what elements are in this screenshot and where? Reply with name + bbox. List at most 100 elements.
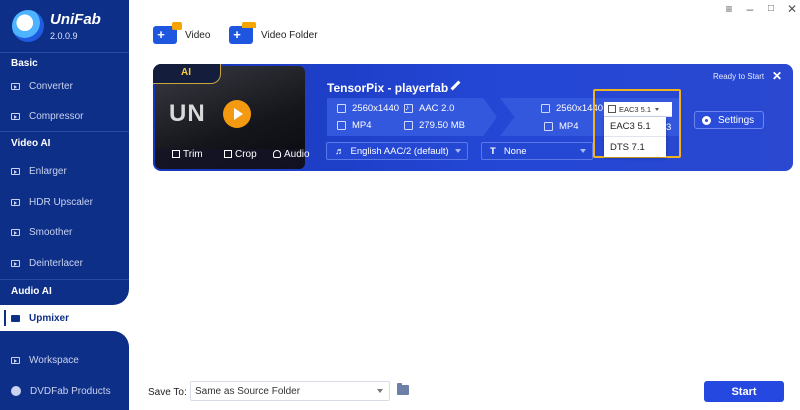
dvdfab-icon bbox=[11, 386, 21, 396]
ai-badge-label: AI bbox=[181, 67, 191, 78]
active-indicator bbox=[4, 310, 6, 326]
maximize-icon[interactable]: □ bbox=[765, 3, 777, 15]
audio-track-value: English AAC/2 (default) bbox=[350, 145, 449, 157]
source-size-value: 279.50 MB bbox=[419, 120, 465, 131]
sidebar-item-upmixer[interactable]: Upmixer bbox=[0, 307, 129, 329]
section-audio-ai: Audio AI bbox=[11, 286, 52, 297]
text-icon: T bbox=[490, 145, 496, 157]
save-to-label: Save To: bbox=[148, 387, 187, 398]
play-icon bbox=[11, 259, 20, 267]
sidebar-item-label: Smoother bbox=[29, 226, 73, 238]
save-to-value: Same as Source Folder bbox=[195, 385, 301, 397]
browse-folder-icon[interactable] bbox=[397, 383, 409, 395]
audio-track-dropdown[interactable]: ♬ English AAC/2 (default) bbox=[326, 142, 468, 160]
chevron-down-icon bbox=[455, 149, 461, 153]
sidebar-item-label: Upmixer bbox=[29, 312, 70, 324]
chevron-down-icon bbox=[377, 389, 383, 393]
output-format[interactable]: MP4 bbox=[544, 121, 579, 132]
chevron-down-icon bbox=[580, 149, 586, 153]
trim-icon bbox=[172, 150, 180, 158]
task-title: TensorPix - playerfab bbox=[327, 81, 449, 95]
gear-icon bbox=[702, 115, 711, 125]
source-audio-value: AAC 2.0 bbox=[419, 103, 455, 114]
sidebar-item-label: DVDFab Products bbox=[30, 385, 111, 397]
app-version: 2.0.0.9 bbox=[50, 31, 78, 41]
subtitle-value: None bbox=[503, 145, 527, 157]
resolution-icon bbox=[337, 104, 346, 113]
crop-button[interactable]: Crop bbox=[224, 148, 257, 160]
sidebar: UniFab 2.0.0.9 Basic Converter Compresso… bbox=[0, 0, 129, 410]
add-folder-icon bbox=[229, 22, 256, 44]
audio-icon bbox=[608, 105, 616, 113]
trim-button[interactable]: Trim bbox=[172, 148, 203, 160]
divider bbox=[0, 279, 129, 280]
source-resolution-value: 2560x1440 bbox=[352, 103, 400, 114]
section-video-ai: Video AI bbox=[11, 138, 51, 149]
subtitle-dropdown[interactable]: T None bbox=[481, 142, 593, 160]
format-icon bbox=[544, 122, 553, 131]
add-video-label: Video bbox=[185, 29, 211, 41]
output-format-value: MP4 bbox=[559, 121, 579, 132]
sidebar-item-hdr-upscaler[interactable]: HDR Upscaler bbox=[11, 192, 93, 212]
format-icon bbox=[337, 121, 346, 130]
trim-label: Trim bbox=[183, 148, 203, 160]
unifab-logo-icon bbox=[12, 10, 44, 42]
sidebar-item-workspace[interactable]: Workspace bbox=[11, 350, 79, 370]
menu-icon[interactable]: ≡ bbox=[723, 3, 735, 15]
upmixer-icon bbox=[11, 314, 20, 322]
divider bbox=[0, 131, 129, 132]
audio-button[interactable]: Audio bbox=[273, 148, 310, 160]
play-icon bbox=[11, 228, 20, 236]
speaker-icon bbox=[273, 150, 281, 158]
app-name: UniFab bbox=[50, 11, 101, 28]
divider bbox=[0, 52, 129, 53]
source-format-value: MP4 bbox=[352, 120, 372, 131]
save-to-dropdown[interactable]: Same as Source Folder bbox=[190, 381, 390, 401]
chevron-down-icon bbox=[655, 107, 660, 111]
add-folder-label: Video Folder bbox=[261, 29, 318, 41]
play-icon bbox=[11, 167, 20, 175]
status-text: Ready to Start bbox=[713, 72, 765, 81]
source-resolution: 2560x1440 bbox=[337, 103, 399, 114]
thumbnail-text: UN bbox=[169, 100, 206, 127]
sidebar-item-label: HDR Upscaler bbox=[29, 196, 93, 208]
sidebar-item-dvdfab-products[interactable]: DVDFab Products bbox=[11, 381, 111, 401]
settings-button[interactable]: Settings bbox=[694, 111, 764, 129]
sidebar-item-label: Enlarger bbox=[29, 165, 67, 177]
crop-icon bbox=[224, 150, 232, 158]
source-audio: AAC 2.0 bbox=[404, 103, 454, 114]
remove-task-icon[interactable]: ✕ bbox=[772, 69, 782, 83]
speaker-icon: ♬ bbox=[335, 145, 345, 157]
start-button[interactable]: Start bbox=[704, 381, 784, 402]
sidebar-item-label: Workspace bbox=[29, 354, 79, 366]
crop-label: Crop bbox=[235, 148, 257, 160]
resolution-icon bbox=[541, 104, 550, 113]
sidebar-item-enlarger[interactable]: Enlarger bbox=[11, 161, 67, 181]
sidebar-item-compressor[interactable]: Compressor bbox=[11, 106, 83, 126]
add-video-button[interactable]: Video bbox=[153, 22, 210, 48]
play-icon bbox=[11, 82, 20, 90]
audio-codec-option[interactable]: DTS 7.1 bbox=[604, 137, 666, 157]
audio-codec-options: EAC3 5.1 DTS 7.1 bbox=[604, 117, 666, 157]
source-format: MP4 bbox=[337, 120, 372, 131]
minimize-icon[interactable]: – bbox=[744, 3, 756, 15]
sidebar-item-label: Converter bbox=[29, 80, 73, 92]
close-window-icon[interactable]: ✕ bbox=[786, 3, 798, 15]
section-basic: Basic bbox=[11, 58, 38, 69]
monitor-icon bbox=[11, 356, 20, 364]
sidebar-item-label: Deinterlacer bbox=[29, 257, 83, 269]
audio-codec-selected: EAC3 5.1 bbox=[619, 104, 652, 114]
ai-badge: AI bbox=[153, 64, 221, 84]
audio-icon bbox=[404, 103, 413, 113]
source-size: 279.50 MB bbox=[404, 120, 465, 131]
audio-codec-select[interactable]: EAC3 5.1 bbox=[604, 102, 672, 117]
edit-pen-icon[interactable] bbox=[449, 80, 461, 92]
sidebar-item-converter[interactable]: Converter bbox=[11, 76, 73, 96]
add-video-folder-button[interactable]: Video Folder bbox=[229, 22, 318, 48]
play-icon bbox=[11, 112, 20, 120]
play-icon[interactable] bbox=[223, 100, 251, 128]
audio-codec-option[interactable]: EAC3 5.1 bbox=[604, 117, 666, 137]
file-size-icon bbox=[404, 121, 413, 130]
sidebar-item-deinterlacer[interactable]: Deinterlacer bbox=[11, 253, 83, 273]
sidebar-item-smoother[interactable]: Smoother bbox=[11, 222, 72, 242]
